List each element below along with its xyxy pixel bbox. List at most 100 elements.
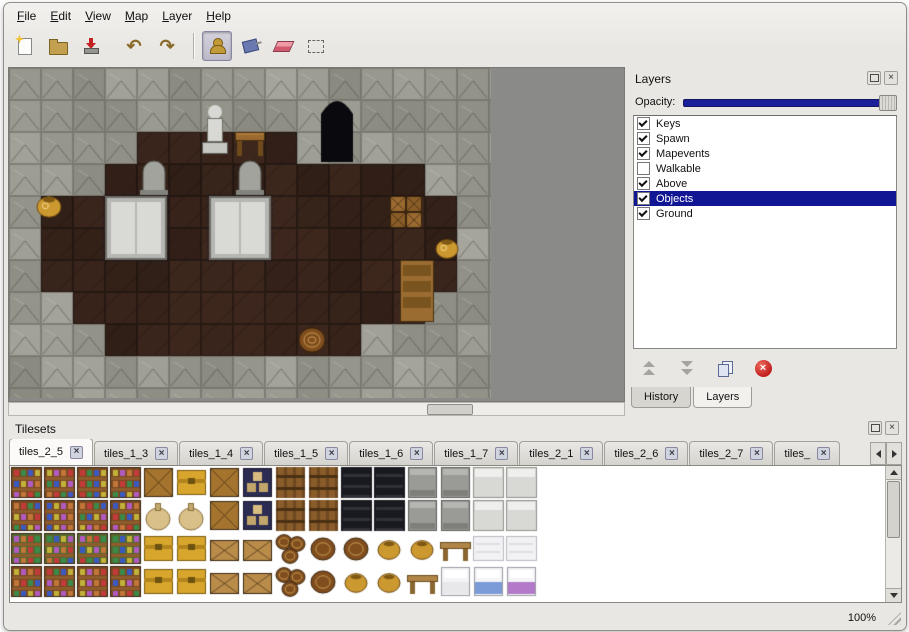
scroll-down-icon (890, 593, 898, 598)
float-panel-button[interactable] (867, 71, 881, 85)
menu-item-map[interactable]: Map (118, 7, 155, 25)
app-window: File Edit View Map Layer Help ↶ ↷ Layers… (3, 2, 907, 631)
map-horizontal-scrollbar[interactable] (8, 402, 625, 416)
float-panel-button[interactable] (868, 421, 882, 435)
tileset-tab-label: tiles_1_5 (274, 448, 318, 460)
float-panel-icon (871, 424, 880, 432)
move-up-icon (643, 361, 655, 375)
scrollbar-thumb[interactable] (427, 404, 473, 415)
tab-history[interactable]: History (631, 387, 691, 408)
tileset-tab[interactable]: tiles_ × (774, 441, 840, 465)
tab-close-icon[interactable]: × (750, 447, 763, 460)
duplicate-layer-icon (718, 361, 733, 376)
layers-panel-title: Layers (635, 72, 671, 86)
close-panel-button[interactable]: × (885, 421, 899, 435)
tileset-tab[interactable]: tiles_2_5× (9, 439, 93, 465)
tab-close-icon[interactable]: × (495, 447, 508, 460)
toolbar-separator (193, 33, 194, 59)
scroll-tabs-left-button[interactable] (870, 442, 886, 465)
select-tool-button[interactable] (301, 31, 331, 61)
layer-checkbox[interactable] (637, 207, 650, 220)
save-button[interactable] (76, 31, 106, 61)
menu-bar: File Edit View Map Layer Help (10, 6, 238, 26)
tilesets-panel-title: Tilesets (15, 422, 56, 436)
float-panel-icon (870, 74, 879, 82)
save-download-icon (83, 38, 99, 54)
layer-row-mapevents[interactable]: Mapevents (634, 146, 896, 161)
tileset-tab-label: tiles_2_7 (699, 448, 743, 460)
open-button[interactable] (43, 31, 73, 61)
resize-grip[interactable] (888, 612, 901, 625)
close-panel-button[interactable]: × (884, 71, 898, 85)
tileset-tab[interactable]: tiles_1_5 × (264, 441, 348, 465)
tileset-tab[interactable]: tiles_2_7 × (689, 441, 773, 465)
layer-checkbox[interactable] (637, 117, 650, 130)
tileset-tab[interactable]: tiles_2_1 × (519, 441, 603, 465)
tileset-tab-label: tiles_2_1 (529, 448, 573, 460)
move-layer-up-button[interactable] (637, 356, 661, 380)
menu-item-edit[interactable]: Edit (43, 7, 78, 25)
paint-tool-icon (241, 38, 258, 53)
scrollbar-thumb[interactable] (887, 481, 900, 538)
scroll-tabs-right-button[interactable] (886, 442, 902, 465)
layer-label: Mapevents (656, 148, 710, 160)
delete-layer-button[interactable]: × (751, 356, 775, 380)
layer-row-objects[interactable]: Objects (634, 191, 896, 206)
tileset-tab[interactable]: tiles_1_6 × (349, 441, 433, 465)
tab-close-icon[interactable]: × (70, 446, 83, 459)
tab-close-icon[interactable]: × (665, 447, 678, 460)
undo-button[interactable]: ↶ (119, 31, 149, 61)
redo-button[interactable]: ↷ (152, 31, 182, 61)
tileset-tab[interactable]: tiles_1_7× (434, 441, 518, 465)
layer-label: Walkable (656, 163, 701, 175)
opacity-label: Opacity: (635, 96, 675, 108)
layer-label: Ground (656, 208, 693, 220)
tilesets-panel: Tilesets × tiles_2_5× tiles_1_3× tiles_1… (7, 417, 904, 607)
menu-item-file[interactable]: File (10, 7, 43, 25)
scroll-up-button[interactable] (886, 466, 901, 480)
duplicate-layer-button[interactable] (713, 356, 737, 380)
tab-close-icon[interactable]: × (410, 447, 423, 460)
fill-tool-button[interactable] (235, 31, 265, 61)
opacity-slider[interactable] (683, 94, 897, 110)
scroll-down-button[interactable] (886, 588, 901, 602)
tileset-tab-label: tiles_ (784, 448, 810, 460)
tileset-tab[interactable]: tiles_2_6× (604, 441, 688, 465)
layer-row-above[interactable]: Above (634, 176, 896, 191)
zoom-level: 100% (848, 612, 876, 624)
tab-close-icon[interactable]: × (155, 447, 168, 460)
layer-row-spawn[interactable]: Spawn (634, 131, 896, 146)
tileset-tab[interactable]: tiles_1_3× (94, 441, 178, 465)
layer-row-walkable[interactable]: Walkable (634, 161, 896, 176)
menu-item-help[interactable]: Help (199, 7, 238, 25)
menu-item-view[interactable]: View (78, 7, 118, 25)
tab-close-icon[interactable]: × (817, 447, 830, 460)
new-file-button[interactable] (10, 31, 40, 61)
layer-checkbox[interactable] (637, 132, 650, 145)
stamp-tool-button[interactable] (202, 31, 232, 61)
tab-close-icon[interactable]: × (240, 447, 253, 460)
layer-row-keys[interactable]: Keys (634, 116, 896, 131)
menu-item-layer[interactable]: Layer (155, 7, 199, 25)
tileset-tab-label: tiles_1_6 (359, 448, 403, 460)
layer-checkbox[interactable] (637, 192, 650, 205)
tab-close-icon[interactable]: × (325, 447, 338, 460)
tileset-tab-bar: tiles_2_5× tiles_1_3× tiles_1_4 × tiles_1… (9, 439, 868, 465)
eraser-tool-button[interactable] (268, 31, 298, 61)
move-layer-down-button[interactable] (675, 356, 699, 380)
tileset-tab[interactable]: tiles_1_4 × (179, 441, 263, 465)
map-canvas[interactable] (9, 68, 491, 398)
move-down-icon (681, 361, 693, 375)
tileset-tab-label: tiles_1_4 (189, 448, 233, 460)
slider-handle[interactable] (879, 95, 897, 111)
tab-layers[interactable]: Layers (693, 387, 752, 408)
tileset-canvas[interactable] (10, 466, 888, 602)
layer-checkbox[interactable] (637, 147, 650, 160)
layer-row-ground[interactable]: Ground (634, 206, 896, 221)
eraser-icon (272, 41, 294, 52)
layer-checkbox[interactable] (637, 162, 650, 175)
tileset-vertical-scrollbar[interactable] (885, 466, 901, 602)
layer-checkbox[interactable] (637, 177, 650, 190)
tab-close-icon[interactable]: × (580, 447, 593, 460)
layers-panel: Layers × Opacity: Keys Spawn Mapevents (627, 67, 903, 414)
